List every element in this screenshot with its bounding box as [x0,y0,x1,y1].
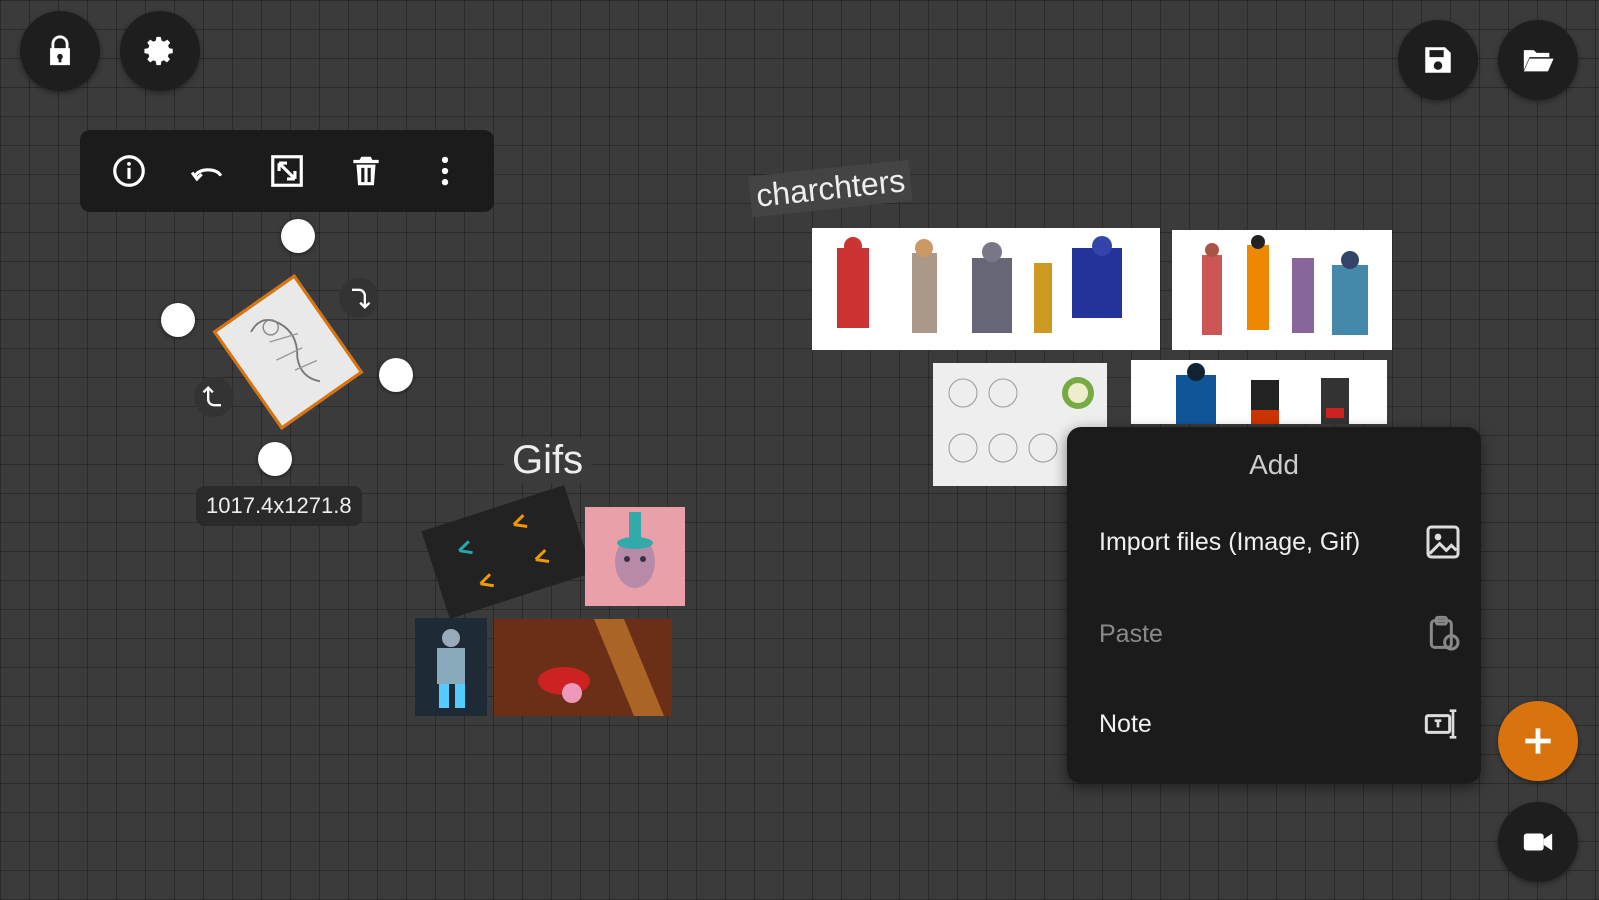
lock-button[interactable] [20,11,100,91]
add-menu: Add Import files (Image, Gif) Paste Note [1067,427,1481,783]
info-icon [113,155,146,187]
board-image-characters-3[interactable] [1131,360,1387,424]
menu-item-note[interactable]: Note [1067,689,1481,759]
delete-button[interactable] [339,144,393,198]
board-gif-3[interactable] [415,618,487,716]
menu-item-import-files[interactable]: Import files (Image, Gif) [1067,507,1481,577]
rotate-handle-bottom-left[interactable] [194,377,234,417]
lock-icon [50,35,70,66]
info-button[interactable] [102,144,156,198]
plus-icon [1525,728,1551,754]
selection-toolbar [80,130,494,212]
board-image-characters-2[interactable] [1172,230,1392,350]
sketch-thumbnail [217,278,359,426]
menu-item-label: Note [1099,709,1152,738]
open-folder-button[interactable] [1498,20,1578,100]
board-label-gifs[interactable]: Gifs [504,438,592,483]
image-icon [1426,525,1460,559]
board-gif-4[interactable] [494,619,672,716]
undo-button[interactable] [181,144,235,198]
board-label-characters[interactable]: charchters [748,159,914,218]
record-button[interactable] [1498,802,1578,882]
head-gif [615,512,655,588]
board-image-characters-1[interactable] [812,228,1160,350]
rotate-icon [202,386,221,407]
dimensions-label: 1017.4x1271.8 [196,486,362,526]
rotate-icon [352,288,371,309]
save-icon [1425,47,1451,73]
resize-handle-right[interactable] [379,358,413,392]
character-group-image [1202,235,1368,335]
clipboard-icon [1429,615,1460,651]
arrows-gif [458,514,550,588]
add-menu-title: Add [1249,449,1299,480]
undo-icon [191,168,223,182]
trash-icon [353,156,379,186]
character-lineup-image [837,236,1122,333]
video-camera-icon [1523,833,1553,851]
note-icon [1424,709,1457,739]
resize-icon [271,155,303,187]
scene-gif [494,619,672,716]
menu-item-label: Paste [1099,619,1163,648]
rotate-handle-top-right[interactable] [339,278,379,318]
folder-open-icon [1523,50,1554,72]
gear-icon [144,36,173,66]
add-button[interactable] [1498,701,1578,781]
resize-handle-left[interactable] [161,303,195,337]
settings-button[interactable] [120,11,200,91]
board-gif-1[interactable] [421,485,593,619]
menu-item-label: Import files (Image, Gif) [1099,527,1361,556]
resize-handle-bottom[interactable] [258,442,292,476]
more-vertical-icon [441,156,448,186]
board-gif-2[interactable] [585,507,685,606]
save-button[interactable] [1398,20,1478,100]
more-options-button[interactable] [418,144,472,198]
resize-handle-top[interactable] [281,219,315,253]
robot-gif [437,629,465,708]
menu-item-paste[interactable]: Paste [1067,599,1481,669]
resize-button[interactable] [260,144,314,198]
character-group-image [1176,363,1349,424]
